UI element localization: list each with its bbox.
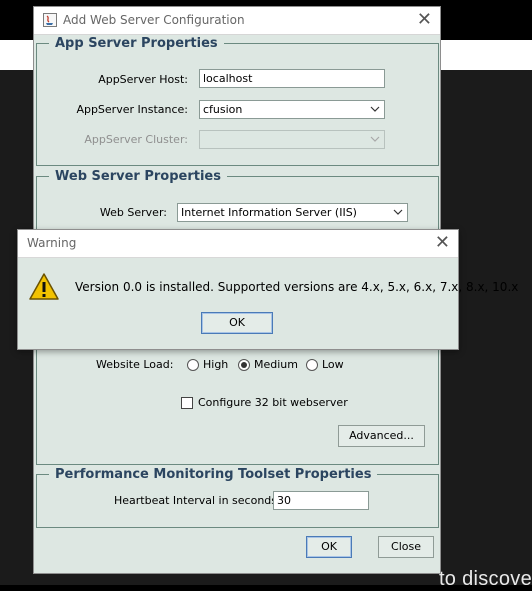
- close-button[interactable]: Close: [378, 536, 434, 558]
- load-high-radio[interactable]: [187, 359, 199, 371]
- web-server-value: Internet Information Server (IIS): [181, 206, 357, 219]
- ok-button[interactable]: OK: [306, 536, 352, 558]
- warning-icon: [29, 273, 59, 300]
- website-load-label: Website Load:: [96, 358, 174, 371]
- load-medium-label: Medium: [254, 358, 298, 371]
- web-server-legend: Web Server Properties: [55, 169, 221, 184]
- configure-32bit-label: Configure 32 bit webserver: [198, 396, 348, 409]
- appserver-host-label: AppServer Host:: [98, 73, 188, 86]
- dialog-title: Add Web Server Configuration: [63, 13, 245, 27]
- close-icon[interactable]: ✕: [435, 233, 450, 253]
- chevron-down-icon: [393, 209, 403, 215]
- web-server-label: Web Server:: [99, 206, 167, 219]
- app-server-legend: App Server Properties: [55, 36, 218, 51]
- warning-message: Version 0.0 is installed. Supported vers…: [75, 280, 519, 294]
- chevron-down-icon: [370, 106, 380, 112]
- load-low-label: Low: [322, 358, 344, 371]
- appserver-instance-select[interactable]: cfusion: [199, 100, 385, 119]
- dialog-titlebar[interactable]: Add Web Server Configuration ✕: [34, 7, 440, 35]
- app-icon: [43, 13, 57, 27]
- heartbeat-label: Heartbeat Interval in seconds:: [114, 494, 281, 507]
- web-server-select[interactable]: Internet Information Server (IIS): [177, 203, 408, 222]
- background-caption: to discove: [438, 568, 532, 590]
- appserver-cluster-select: [199, 130, 385, 149]
- warning-titlebar[interactable]: Warning ✕: [18, 230, 458, 258]
- advanced-button[interactable]: Advanced...: [338, 425, 425, 447]
- heartbeat-field[interactable]: 30: [273, 491, 369, 510]
- perf-monitoring-legend: Performance Monitoring Toolset Propertie…: [55, 467, 372, 482]
- warning-title: Warning: [27, 236, 77, 250]
- appserver-instance-label: AppServer Instance:: [76, 103, 188, 116]
- appserver-host-field[interactable]: localhost: [199, 69, 385, 88]
- load-low-radio[interactable]: [306, 359, 318, 371]
- load-high-label: High: [203, 358, 229, 371]
- appserver-cluster-label: AppServer Cluster:: [84, 133, 188, 146]
- load-medium-radio[interactable]: [238, 359, 250, 371]
- configure-32bit-checkbox[interactable]: [181, 397, 193, 409]
- warning-dialog: Warning ✕ Version 0.0 is installed. Supp…: [17, 229, 518, 350]
- chevron-down-icon: [370, 136, 380, 142]
- close-icon[interactable]: ✕: [417, 10, 432, 30]
- warning-ok-button[interactable]: OK: [201, 312, 273, 334]
- appserver-instance-value: cfusion: [203, 103, 243, 116]
